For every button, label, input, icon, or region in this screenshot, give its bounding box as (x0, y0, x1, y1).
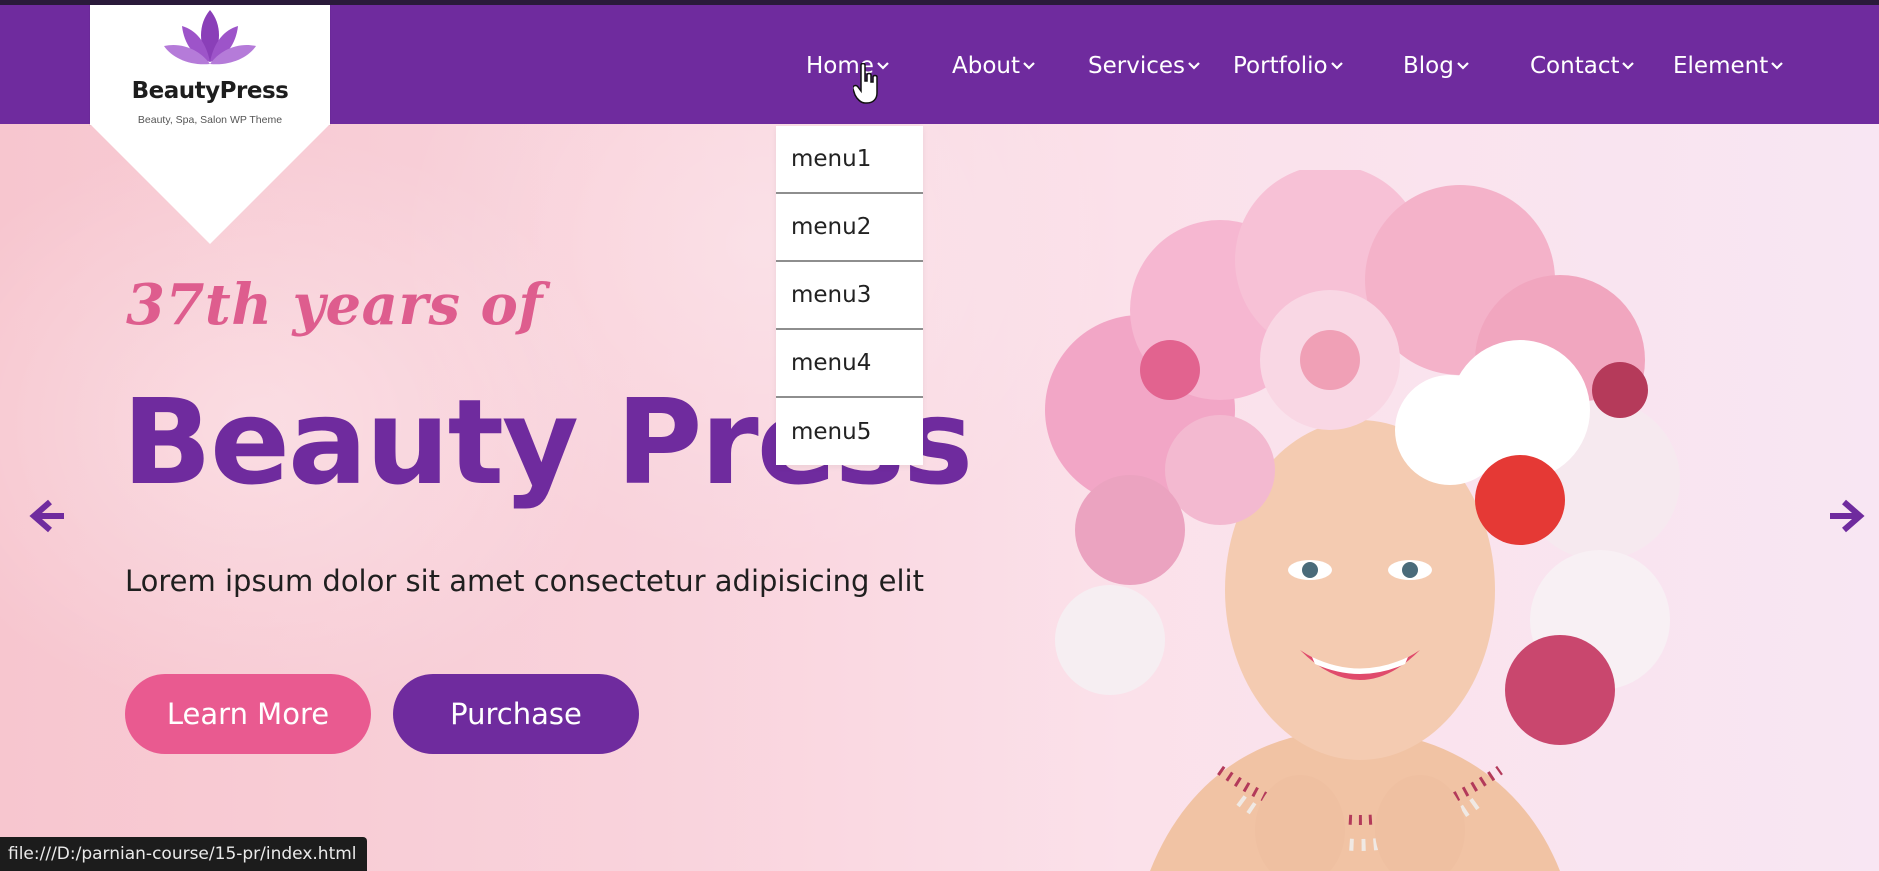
chevron-down-icon (1770, 61, 1784, 71)
nav-item-label: Blog (1403, 53, 1454, 79)
nav-item-label: Portfolio (1233, 53, 1328, 79)
arrow-left-icon[interactable] (28, 496, 68, 536)
nav-item-services[interactable]: Services (1088, 46, 1201, 86)
chevron-down-icon (1456, 61, 1470, 71)
dropdown-item[interactable]: menu3 (776, 262, 923, 330)
chevron-down-icon (1330, 61, 1344, 71)
nav-item-label: Contact (1530, 53, 1620, 79)
dropdown-item[interactable]: menu5 (776, 398, 923, 465)
nav-item-portfolio[interactable]: Portfolio (1233, 46, 1344, 86)
nav-item-blog[interactable]: Blog (1403, 46, 1470, 86)
logo-banner-point (90, 124, 330, 244)
chevron-down-icon (1621, 61, 1635, 71)
hero-subtitle: 37th years of (126, 272, 543, 338)
dropdown-item[interactable]: menu2 (776, 194, 923, 262)
nav-item-contact[interactable]: Contact (1530, 46, 1635, 86)
hero-image (1045, 170, 1680, 871)
learn-more-button[interactable]: Learn More (125, 674, 371, 754)
nav-item-label: About (952, 53, 1021, 79)
dropdown-item[interactable]: menu1 (776, 126, 923, 194)
browser-status-bar: file:///D:/parnian-course/15-pr/index.ht… (0, 837, 367, 871)
logo-tagline: Beauty, Spa, Salon WP Theme (137, 114, 283, 126)
hero-lead: Lorem ipsum dolor sit amet consectetur a… (125, 564, 924, 598)
home-dropdown-menu: menu1 menu2 menu3 menu4 menu5 (776, 126, 923, 465)
purchase-button[interactable]: Purchase (393, 674, 639, 754)
main-nav: Home About Services Portfolio Blog Conta… (0, 46, 1879, 86)
nav-item-element[interactable]: Element (1673, 46, 1784, 86)
chevron-down-icon (1022, 61, 1036, 71)
dropdown-item[interactable]: menu4 (776, 330, 923, 398)
hand-pointer-icon (853, 63, 878, 104)
arrow-right-icon[interactable] (1826, 496, 1866, 536)
chevron-down-icon (1187, 61, 1201, 71)
nav-item-label: Services (1088, 53, 1185, 79)
nav-item-about[interactable]: About (952, 46, 1036, 86)
nav-item-label: Element (1673, 53, 1769, 79)
